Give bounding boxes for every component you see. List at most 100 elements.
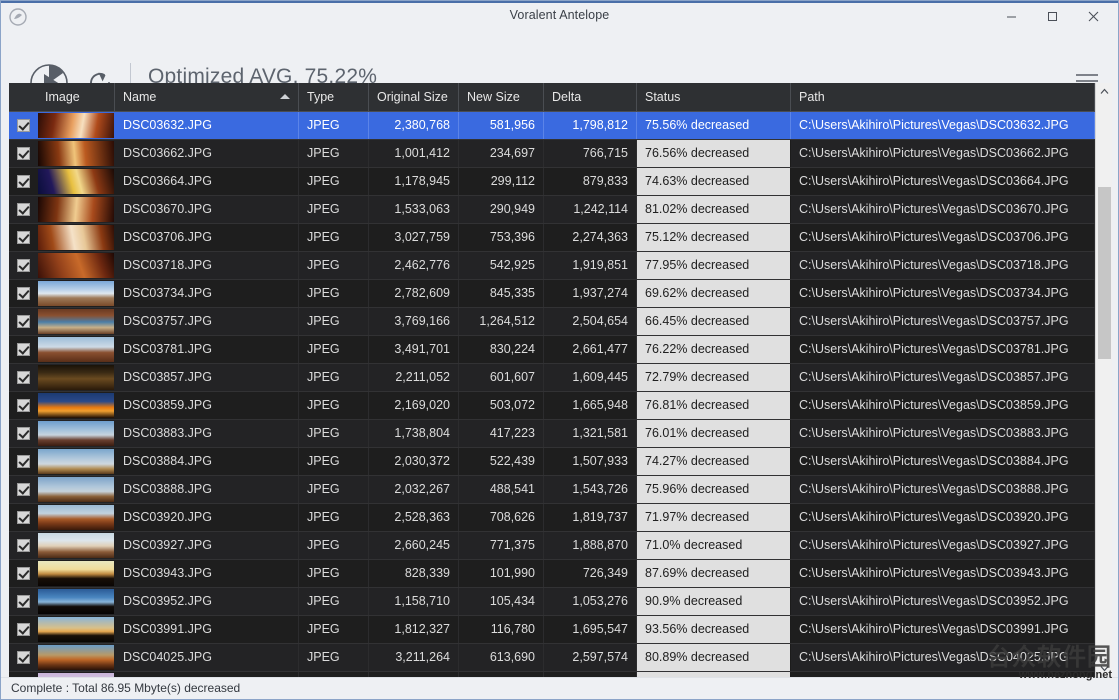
table-row[interactable]: DSC03632.JPGJPEG2,380,768581,9561,798,81… [9,112,1095,140]
row-checkbox-cell[interactable] [9,392,37,419]
row-checkbox-cell[interactable] [9,308,37,335]
row-checkbox-cell[interactable] [9,420,37,447]
row-checkbox[interactable] [17,427,30,440]
row-checkbox-cell[interactable] [9,560,37,587]
row-checkbox[interactable] [17,259,30,272]
row-thumbnail-cell [37,532,115,559]
row-checkbox-cell[interactable] [9,112,37,139]
table-row[interactable]: DSC03706.JPGJPEG3,027,759753,3962,274,36… [9,224,1095,252]
row-checkbox[interactable] [17,287,30,300]
column-header-image[interactable]: Image [37,83,115,111]
table-row[interactable]: DSC03857.JPGJPEG2,211,052601,6071,609,44… [9,364,1095,392]
row-checkbox-cell[interactable] [9,140,37,167]
column-header-name[interactable]: Name [115,83,299,111]
table-row[interactable]: DSC03991.JPGJPEG1,812,327116,7801,695,54… [9,616,1095,644]
cell-original: 3,027,759 [369,224,459,251]
row-checkbox-cell[interactable] [9,644,37,671]
close-button[interactable] [1073,2,1114,31]
row-checkbox-cell[interactable] [9,168,37,195]
cell-original: 1,001,412 [369,140,459,167]
cell-status: 75.56% decreased [637,112,791,139]
table-row[interactable]: DSC03859.JPGJPEG2,169,020503,0721,665,94… [9,392,1095,420]
row-checkbox-cell[interactable] [9,476,37,503]
row-checkbox-cell[interactable] [9,336,37,363]
row-checkbox[interactable] [17,315,30,328]
row-checkbox[interactable] [17,147,30,160]
row-checkbox-cell[interactable] [9,196,37,223]
row-checkbox[interactable] [17,483,30,496]
thumbnail-image [38,477,114,502]
vertical-scrollbar[interactable] [1095,83,1112,677]
row-checkbox[interactable] [17,343,30,356]
chevron-up-icon[interactable] [1096,83,1112,100]
table-row[interactable]: DSC03662.JPGJPEG1,001,412234,697766,7157… [9,140,1095,168]
row-checkbox[interactable] [17,511,30,524]
row-checkbox[interactable] [17,371,30,384]
table-row[interactable]: DSC03920.JPGJPEG2,528,363708,6261,819,73… [9,504,1095,532]
table-row[interactable]: DSC03884.JPGJPEG2,030,372522,4391,507,93… [9,448,1095,476]
table-row[interactable]: DSC03718.JPGJPEG2,462,776542,9251,919,85… [9,252,1095,280]
maximize-button[interactable] [1032,2,1073,31]
cell-delta: 1,798,812 [544,112,637,139]
row-checkbox-cell[interactable] [9,252,37,279]
cell-status: 87.69% decreased [637,560,791,587]
row-checkbox-cell[interactable] [9,616,37,643]
cell-name: DSC03883.JPG [115,420,299,447]
thumbnail-image [38,421,114,446]
title-bar: Voralent Antelope [1,1,1118,32]
column-header-type[interactable]: Type [299,83,369,111]
cell-delta: 726,349 [544,560,637,587]
row-checkbox[interactable] [17,567,30,580]
row-checkbox[interactable] [17,203,30,216]
row-checkbox-cell[interactable] [9,280,37,307]
row-checkbox-cell[interactable] [9,588,37,615]
row-checkbox-cell[interactable] [9,224,37,251]
cell-new: 708,626 [459,504,544,531]
scrollbar-thumb[interactable] [1098,187,1111,359]
table-row[interactable]: DSC03883.JPGJPEG1,738,804417,2231,321,58… [9,420,1095,448]
row-checkbox[interactable] [17,175,30,188]
chevron-down-icon[interactable] [1096,660,1112,677]
table-row[interactable]: DSC03757.JPGJPEG3,769,1661,264,5122,504,… [9,308,1095,336]
row-checkbox[interactable] [17,231,30,244]
cell-path: C:\Users\Akihiro\Pictures\Vegas\DSC03718… [791,252,1095,279]
cell-status: 76.01% decreased [637,420,791,447]
thumbnail-image [38,533,114,558]
table-row[interactable]: DSC03734.JPGJPEG2,782,609845,3351,937,27… [9,280,1095,308]
row-thumbnail-cell [37,476,115,503]
column-header-path[interactable]: Path [791,83,1095,111]
column-header-status[interactable]: Status [637,83,791,111]
row-checkbox[interactable] [17,595,30,608]
table-row[interactable]: DSC03888.JPGJPEG2,032,267488,5411,543,72… [9,476,1095,504]
minimize-button[interactable] [991,2,1032,31]
cell-status: 71.0% decreased [637,532,791,559]
row-checkbox-cell[interactable] [9,364,37,391]
cell-type: JPEG [299,224,369,251]
row-checkbox[interactable] [17,539,30,552]
row-checkbox-cell[interactable] [9,532,37,559]
row-checkbox[interactable] [17,623,30,636]
row-thumbnail-cell [37,224,115,251]
cell-original: 1,158,710 [369,588,459,615]
column-header-new[interactable]: New Size [459,83,544,111]
cell-name: DSC03662.JPG [115,140,299,167]
row-checkbox[interactable] [17,119,30,132]
row-checkbox[interactable] [17,455,30,468]
table-row[interactable]: DSC03781.JPGJPEG3,491,701830,2242,661,47… [9,336,1095,364]
row-checkbox-cell[interactable] [9,504,37,531]
row-checkbox[interactable] [17,651,30,664]
row-checkbox-cell[interactable] [9,448,37,475]
table-row[interactable]: DSC03943.JPGJPEG828,339101,990726,34987.… [9,560,1095,588]
table-row[interactable]: DSC04025.JPGJPEG3,211,264613,6902,597,57… [9,644,1095,672]
row-checkbox[interactable] [17,399,30,412]
column-header-delta[interactable]: Delta [544,83,637,111]
column-header-label: Status [645,90,680,104]
cell-path: C:\Users\Akihiro\Pictures\Vegas\DSC03952… [791,588,1095,615]
table-row[interactable]: DSC03670.JPGJPEG1,533,063290,9491,242,11… [9,196,1095,224]
cell-path: C:\Users\Akihiro\Pictures\Vegas\DSC03857… [791,364,1095,391]
table-row[interactable]: DSC03927.JPGJPEG2,660,245771,3751,888,87… [9,532,1095,560]
column-header-original[interactable]: Original Size [369,83,459,111]
row-thumbnail-cell [37,588,115,615]
table-row[interactable]: DSC03952.JPGJPEG1,158,710105,4341,053,27… [9,588,1095,616]
table-row[interactable]: DSC03664.JPGJPEG1,178,945299,112879,8337… [9,168,1095,196]
